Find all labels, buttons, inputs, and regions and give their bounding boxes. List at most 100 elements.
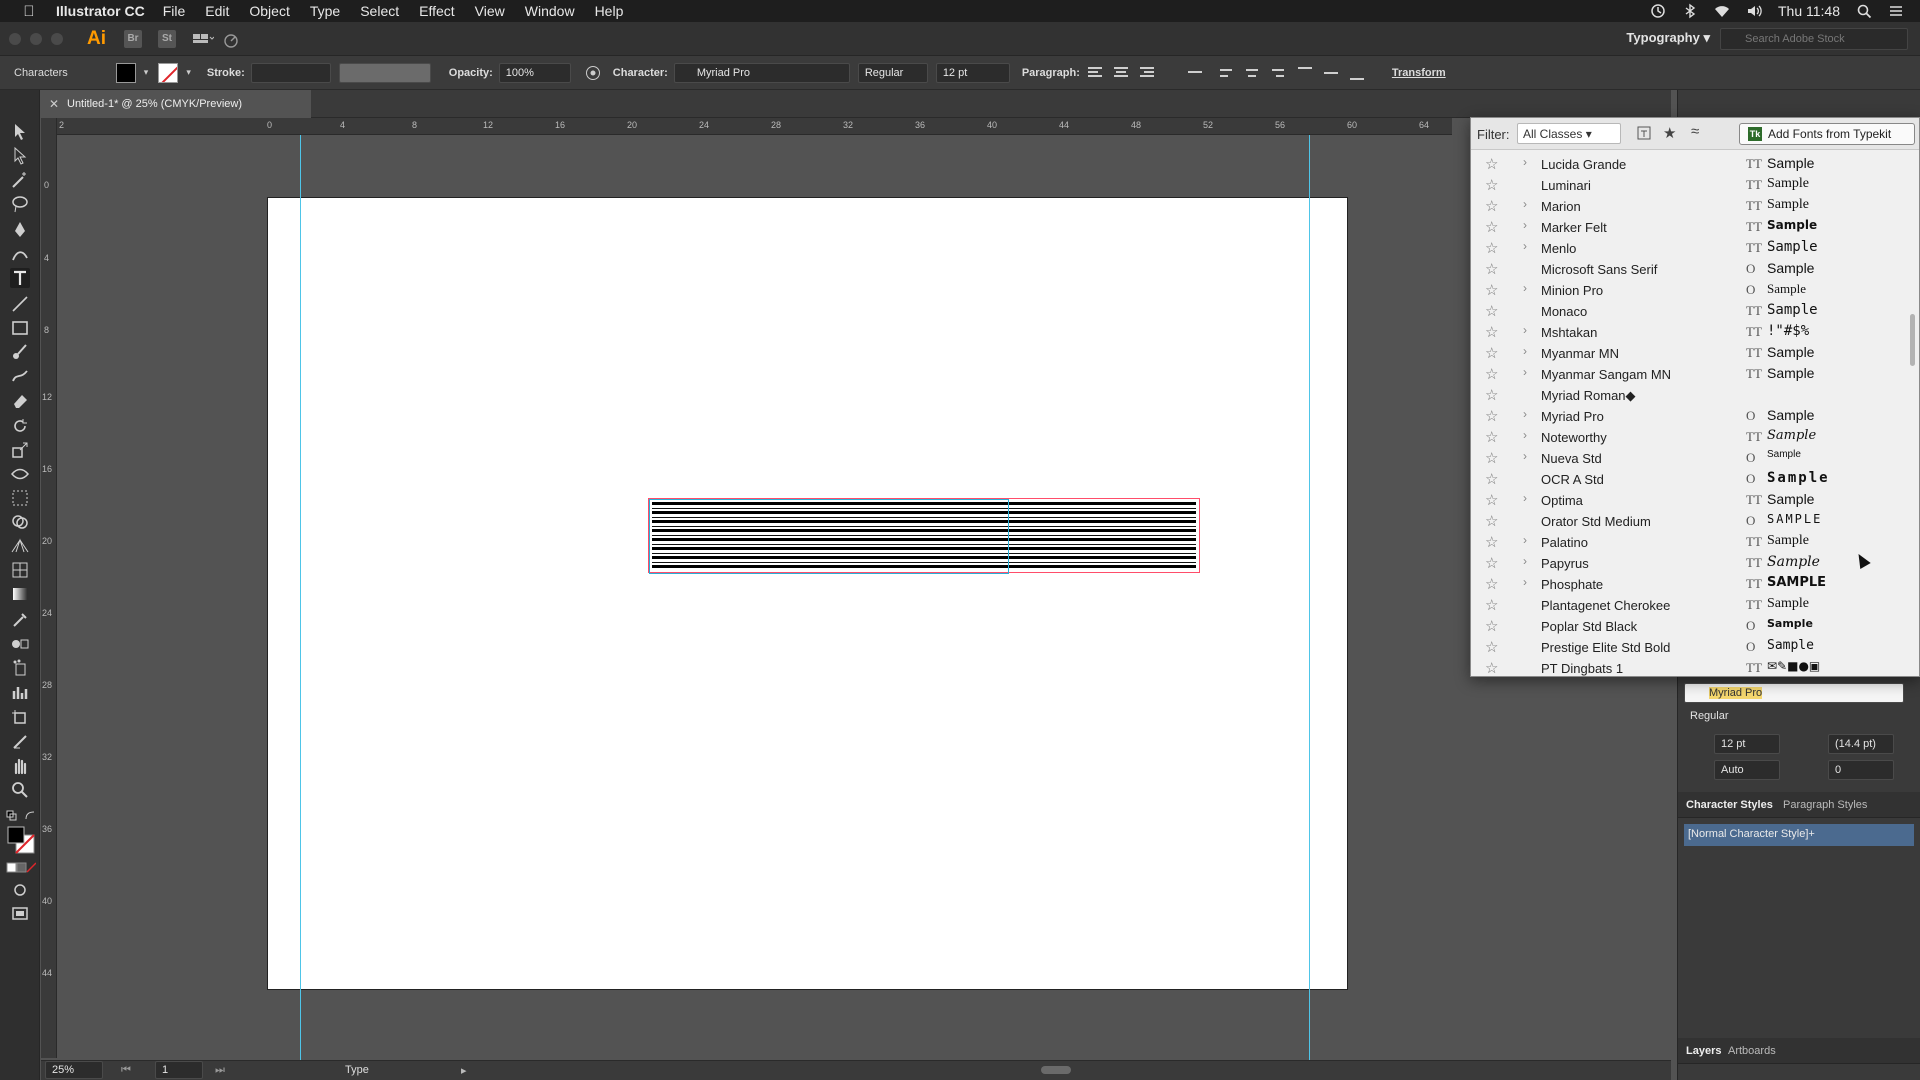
status-menu-arrow-icon[interactable]: ▸ (461, 1064, 467, 1077)
favorite-star-icon[interactable]: ☆ (1485, 365, 1498, 383)
area-type-frame[interactable] (648, 498, 1200, 574)
hand-tool-icon[interactable] (10, 756, 30, 776)
window-minimize-button[interactable] (30, 32, 42, 45)
pen-tool-icon[interactable] (10, 220, 30, 240)
expand-chevron-icon[interactable]: › (1523, 554, 1527, 568)
font-list-item[interactable]: ☆ › Lucida Grande TT Sample (1471, 154, 1903, 175)
menu-file[interactable]: File (163, 3, 186, 19)
favorite-star-icon[interactable]: ☆ (1485, 323, 1498, 341)
artboard-nav-first-icon[interactable]: ⏮ (121, 1064, 131, 1077)
font-list-item[interactable]: ☆ Monaco TT Sample (1471, 301, 1903, 322)
font-list-scrollbar[interactable] (1907, 154, 1917, 676)
font-list-item[interactable]: ☆ › Palatino TT Sample (1471, 532, 1903, 553)
font-list-item[interactable]: ☆ › Myriad Pro O Sample (1471, 406, 1903, 427)
color-mode-buttons[interactable] (6, 862, 37, 874)
eyedropper-tool-icon[interactable] (10, 610, 30, 630)
status-current-tool[interactable]: Type (345, 1064, 369, 1076)
horizontal-align-left-icon[interactable] (1218, 65, 1236, 81)
font-list-item[interactable]: ☆ › Myanmar MN TT Sample (1471, 343, 1903, 364)
align-center-icon[interactable] (1112, 65, 1130, 81)
menu-type[interactable]: Type (310, 3, 340, 19)
favorite-star-icon[interactable]: ☆ (1485, 575, 1498, 593)
favorite-star-icon[interactable]: ☆ (1485, 554, 1498, 572)
favorite-star-icon[interactable]: ☆ (1485, 533, 1498, 551)
gpu-performance-icon[interactable] (222, 31, 238, 48)
vertical-guide-left[interactable] (300, 135, 301, 1060)
magic-wand-tool-icon[interactable] (10, 170, 30, 190)
column-graph-tool-icon[interactable] (10, 682, 30, 702)
align-left-icon[interactable] (1086, 65, 1104, 81)
font-list-item[interactable]: ☆ › Minion Pro O Sample (1471, 280, 1903, 301)
expand-chevron-icon[interactable]: › (1523, 344, 1527, 358)
canvas[interactable] (57, 135, 1677, 1060)
paragraph-label[interactable]: Paragraph: (1022, 67, 1080, 79)
font-style-field[interactable]: Regular (857, 62, 928, 83)
expand-chevron-icon[interactable]: › (1523, 407, 1527, 421)
menu-edit[interactable]: Edit (205, 3, 229, 19)
type-tool-icon[interactable] (10, 268, 30, 288)
vertical-align-center-icon[interactable] (1322, 65, 1340, 81)
rotate-tool-icon[interactable] (10, 416, 30, 436)
lasso-tool-icon[interactable] (10, 194, 30, 214)
vertical-align-bottom-icon[interactable] (1348, 65, 1366, 81)
notification-center-icon[interactable] (1888, 3, 1904, 19)
expand-chevron-icon[interactable]: › (1523, 533, 1527, 547)
symbol-sprayer-tool-icon[interactable] (10, 658, 30, 678)
character-font-search[interactable]: Myriad Pro (1684, 683, 1904, 703)
window-close-button[interactable] (9, 32, 21, 45)
time-machine-icon[interactable] (1650, 3, 1666, 19)
stock-search-input[interactable]: Search Adobe Stock (1720, 28, 1908, 50)
workspace-switcher[interactable]: Typography ▾ (1626, 30, 1710, 46)
character-font-size[interactable]: 12 pt (1714, 734, 1780, 754)
expand-chevron-icon[interactable]: › (1523, 218, 1527, 232)
gradient-tool-icon[interactable] (10, 584, 30, 604)
stroke-swatch[interactable] (158, 62, 179, 83)
horizontal-align-center-icon[interactable] (1244, 65, 1262, 81)
spotlight-search-icon[interactable] (1856, 3, 1872, 19)
expand-chevron-icon[interactable]: › (1523, 323, 1527, 337)
font-list-item[interactable]: ☆ Plantagenet Cherokee TT Sample (1471, 595, 1903, 616)
slice-tool-icon[interactable] (10, 732, 30, 752)
favorite-star-icon[interactable]: ☆ (1485, 386, 1498, 404)
similar-fonts-icon[interactable]: ≈ (1691, 123, 1699, 140)
volume-icon[interactable] (1746, 3, 1762, 19)
bluetooth-icon[interactable] (1682, 3, 1698, 19)
eraser-tool-icon[interactable] (10, 390, 30, 410)
tab-artboards[interactable]: Artboards (1728, 1045, 1776, 1057)
expand-chevron-icon[interactable]: › (1523, 491, 1527, 505)
font-list-item[interactable]: ☆ › Mshtakan TT !"#$% (1471, 322, 1903, 343)
favorite-star-icon[interactable]: ☆ (1485, 260, 1498, 278)
selection-tool-icon[interactable] (10, 122, 30, 142)
favorite-star-icon[interactable]: ☆ (1485, 344, 1498, 362)
font-list-item[interactable]: ☆ › Phosphate TT SAMPLE (1471, 574, 1903, 595)
vertical-align-top-icon[interactable] (1296, 65, 1314, 81)
horizontal-align-right-icon[interactable] (1270, 65, 1288, 81)
app-name-menu[interactable]: Illustrator CC (56, 3, 145, 19)
zoom-level-field[interactable]: 25% (45, 1061, 103, 1079)
shape-builder-tool-icon[interactable] (10, 512, 30, 532)
font-list-item[interactable]: ☆ › Myanmar Sangam MN TT Sample (1471, 364, 1903, 385)
fill-dropdown-icon[interactable]: ▾ (144, 67, 149, 78)
add-fonts-typekit-button[interactable]: Tk Add Fonts from Typekit (1739, 123, 1915, 145)
font-list-item[interactable]: ☆ Prestige Elite Std Bold O Sample (1471, 637, 1903, 658)
favorite-star-icon[interactable]: ☆ (1485, 302, 1498, 320)
tab-paragraph-styles[interactable]: Paragraph Styles (1783, 799, 1867, 811)
favorite-star-icon[interactable]: ☆ (1485, 281, 1498, 299)
font-list-item[interactable]: ☆ Orator Std Medium O SAMPLE (1471, 511, 1903, 532)
expand-chevron-icon[interactable]: › (1523, 575, 1527, 589)
draw-mode-icon[interactable] (10, 880, 30, 900)
fill-swatch[interactable] (115, 62, 136, 83)
menu-object[interactable]: Object (249, 3, 289, 19)
font-list-item[interactable]: ☆ › Papyrus TT Sample (1471, 553, 1903, 574)
favorite-star-icon[interactable]: ☆ (1485, 155, 1498, 173)
menu-help[interactable]: Help (595, 3, 624, 19)
font-list-item[interactable]: ☆ › Optima TT Sample (1471, 490, 1903, 511)
free-transform-tool-icon[interactable] (10, 488, 30, 508)
favorite-star-icon[interactable]: ☆ (1485, 428, 1498, 446)
expand-chevron-icon[interactable]: › (1523, 239, 1527, 253)
scale-tool-icon[interactable] (10, 440, 30, 460)
selected-character-style[interactable]: [Normal Character Style]+ (1684, 824, 1914, 846)
font-list-item[interactable]: ☆ Luminari TT Sample (1471, 175, 1903, 196)
horizontal-scrollbar-thumb[interactable] (1041, 1066, 1071, 1074)
favorite-star-icon[interactable]: ☆ (1485, 449, 1498, 467)
